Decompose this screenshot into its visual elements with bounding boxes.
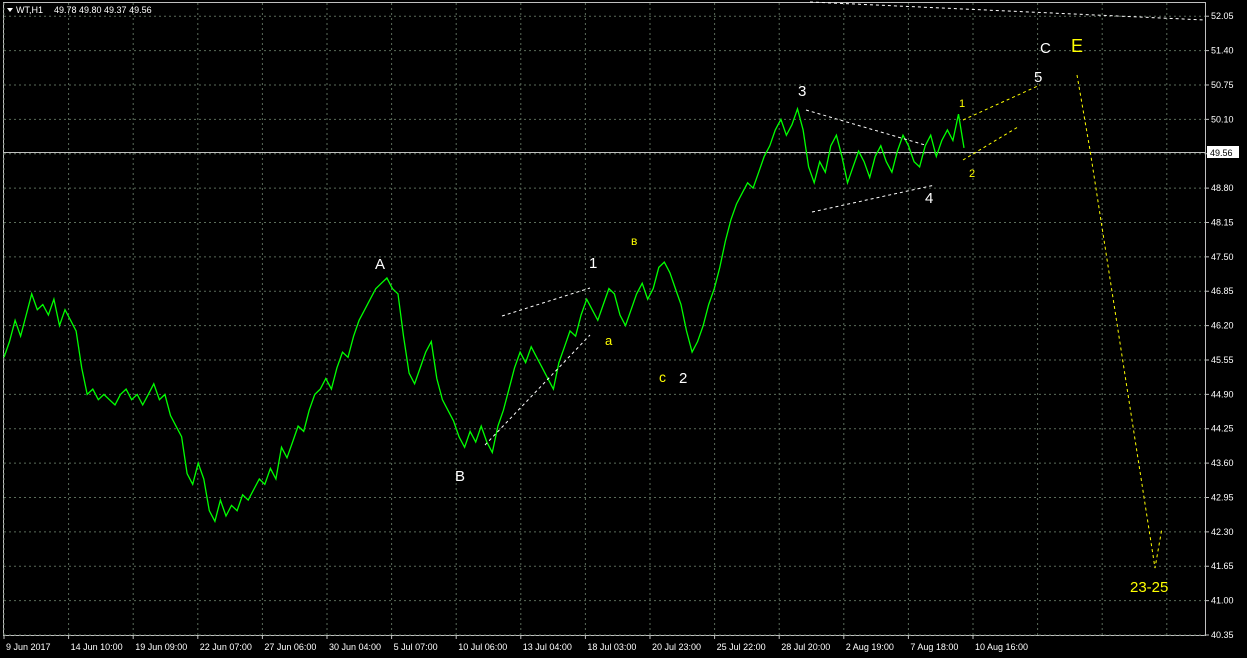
price-tick-label: 51.40 (1211, 46, 1234, 56)
price-tick-label: 42.95 (1211, 492, 1234, 502)
time-tick-label: 14 Jun 10:00 (71, 642, 123, 652)
chart-header: WT,H1 49.78 49.80 49.37 49.56 (7, 5, 152, 15)
price-tick-label: 48.80 (1211, 183, 1234, 193)
time-tick-label: 7 Aug 18:00 (910, 642, 958, 652)
wave-label-4: 4 (925, 190, 933, 207)
price-chart[interactable]: 52.0551.4050.7550.1049.4548.8048.1547.50… (0, 0, 1247, 658)
price-tick-label: 48.15 (1211, 217, 1234, 227)
time-tick-label: 13 Jul 04:00 (523, 642, 572, 652)
symbol-timeframe: WT,H1 (16, 5, 43, 15)
price-tick-label: 50.10 (1211, 114, 1234, 124)
chart-background (0, 0, 1247, 658)
price-tick-label: 44.90 (1211, 389, 1234, 399)
wave-label-yellow-c: c (659, 369, 666, 385)
time-tick-label: 2 Aug 19:00 (846, 642, 894, 652)
wave-label-yellow-1: 1 (959, 98, 965, 110)
wave-label-yellow-a: a (605, 333, 613, 348)
time-tick-label: 18 Jul 03:00 (587, 642, 636, 652)
price-tick-label: 47.50 (1211, 252, 1234, 262)
price-tick-label: 41.65 (1211, 561, 1234, 571)
wave-label-E: E (1071, 36, 1083, 56)
price-tick-label: 44.25 (1211, 424, 1234, 434)
wave-label-5: 5 (1034, 69, 1042, 86)
wave-label-A: A (375, 256, 385, 273)
time-tick-label: 27 Jun 06:00 (264, 642, 316, 652)
time-tick-label: 5 Jul 07:00 (394, 642, 438, 652)
time-tick-label: 19 Jun 09:00 (135, 642, 187, 652)
time-tick-label: 10 Jul 06:00 (458, 642, 507, 652)
price-tick-label: 52.05 (1211, 11, 1234, 21)
time-tick-label: 25 Jul 22:00 (717, 642, 766, 652)
target-label: 23-25 (1130, 579, 1168, 596)
wave-label-2: 2 (679, 370, 687, 387)
wave-label-B: B (455, 468, 465, 485)
price-tick-label: 50.75 (1211, 80, 1234, 90)
price-tick-label: 46.85 (1211, 286, 1234, 296)
price-tick-label: 41.00 (1211, 596, 1234, 606)
price-tick-label: 46.20 (1211, 321, 1234, 331)
price-tick-label: 42.30 (1211, 527, 1234, 537)
wave-label-yellow-b: в (631, 234, 637, 248)
time-tick-label: 28 Jul 20:00 (781, 642, 830, 652)
price-tick-label: 43.60 (1211, 458, 1234, 468)
time-tick-label: 22 Jun 07:00 (200, 642, 252, 652)
wave-label-C: C (1040, 40, 1051, 57)
time-tick-label: 30 Jun 04:00 (329, 642, 381, 652)
wave-label-3: 3 (798, 83, 806, 100)
price-tick-label: 40.35 (1211, 630, 1234, 640)
price-tick-label: 45.55 (1211, 355, 1234, 365)
ohlc-values: 49.78 49.80 49.37 49.56 (54, 5, 152, 15)
current-price-label: 49.56 (1210, 148, 1233, 158)
time-tick-label: 20 Jul 23:00 (652, 642, 701, 652)
wave-label-yellow-2: 2 (969, 168, 975, 180)
wave-label-1: 1 (589, 255, 597, 272)
time-tick-label: 10 Aug 16:00 (975, 642, 1028, 652)
time-tick-label: 9 Jun 2017 (6, 642, 51, 652)
